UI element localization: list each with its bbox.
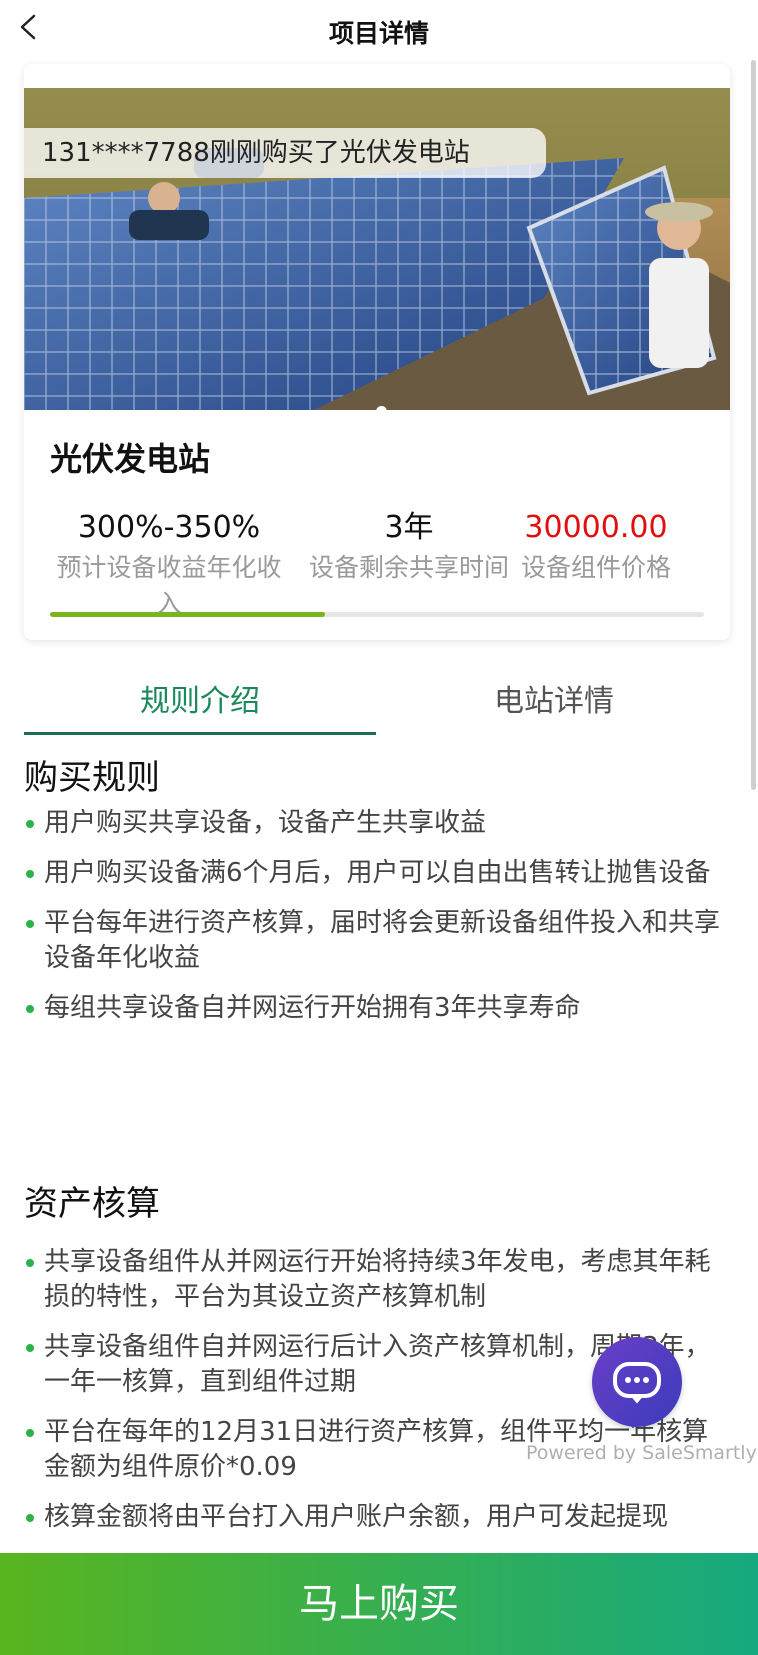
stat-annual-income: 300%-350% 预计设备收益年化收入 (46, 508, 292, 622)
carousel-indicator[interactable] (376, 406, 387, 410)
tab-rules[interactable]: 规则介绍 (24, 672, 376, 736)
chat-button[interactable] (592, 1337, 682, 1427)
scrollbar[interactable] (751, 60, 756, 790)
section-title-accounting: 资产核算 (24, 1184, 160, 1224)
stat-value-price: 30000.00 (524, 510, 668, 545)
stat-value: 3年 (384, 510, 434, 545)
list-item: 平台每年进行资产核算，届时将会更新设备组件投入和共享设备年化收益 (24, 906, 724, 976)
section-title-purchase: 购买规则 (24, 758, 160, 798)
stat-value: 300%-350% (77, 510, 261, 545)
buy-now-button[interactable]: 马上购买 (0, 1553, 758, 1655)
powered-by-text: Powered by SaleSmartly (526, 1442, 757, 1464)
header: 项目详情 (0, 0, 758, 64)
list-item: 用户购买共享设备，设备产生共享收益 (24, 806, 724, 841)
active-tab-indicator (24, 732, 376, 735)
list-item: 核算金额将由平台打入用户账户余额，用户可发起提现 (24, 1500, 724, 1535)
progress-bar (50, 612, 704, 617)
page-title: 项目详情 (328, 19, 429, 48)
stat-label: 设备剩余共享时间 (308, 553, 509, 582)
tab-station-details[interactable]: 电站详情 (378, 672, 730, 736)
banner-image[interactable]: 131****7788刚刚购买了光伏发电站 (24, 88, 730, 410)
stat-price: 30000.00 设备组件价格 (520, 508, 672, 586)
purchase-notice: 131****7788刚刚购买了光伏发电站 (24, 128, 546, 178)
project-card: 131****7788刚刚购买了光伏发电站 光伏发电站 300%-350% 预计… (24, 64, 730, 640)
tab-bar: 规则介绍 电站详情 (24, 672, 730, 736)
list-item: 共享设备组件从并网运行开始将持续3年发电，考虑其年耗损的特性，平台为其设立资产核… (24, 1245, 724, 1315)
progress-fill (50, 612, 325, 617)
project-name: 光伏发电站 (50, 440, 211, 478)
list-item: 用户购买设备满6个月后，用户可以自由出售转让抛售设备 (24, 856, 724, 891)
purchase-rules-list: 用户购买共享设备，设备产生共享收益 用户购买设备满6个月后，用户可以自由出售转让… (24, 806, 724, 1041)
stat-label: 设备组件价格 (520, 553, 671, 582)
list-item: 每组共享设备自并网运行开始拥有3年共享寿命 (24, 991, 724, 1026)
stat-remaining-time: 3年 设备剩余共享时间 (308, 508, 510, 586)
chat-bubble-icon (613, 1362, 661, 1404)
